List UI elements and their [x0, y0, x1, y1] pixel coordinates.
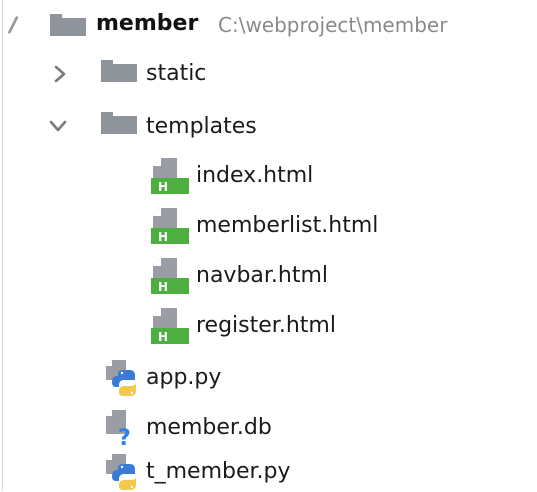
tree-item-templates[interactable]: templates [0, 106, 537, 146]
unknown-file-icon: ? [106, 410, 131, 446]
tree-item-label: member.db [146, 415, 272, 440]
html-file-icon: H [151, 258, 189, 294]
python-file-icon [106, 360, 136, 396]
tree-root-member[interactable]: member C:\webproject\member [0, 4, 537, 44]
root-folder-label: member [96, 11, 199, 36]
tree-item-t-member-py[interactable]: t_member.py [0, 452, 537, 492]
tree-item-label: templates [146, 114, 257, 139]
chevron-down-icon[interactable] [4, 14, 24, 34]
tree-item-label: register.html [196, 313, 336, 338]
folder-icon [50, 14, 86, 36]
tree-item-member-db[interactable]: ? member.db [0, 408, 537, 448]
svg-text:H: H [158, 230, 168, 244]
svg-text:H: H [158, 330, 168, 344]
folder-icon [101, 60, 137, 82]
tree-item-label: app.py [146, 365, 222, 390]
tree-item-label: memberlist.html [196, 213, 379, 238]
tree-item-navbar-html[interactable]: H navbar.html [0, 256, 537, 296]
tree-item-memberlist-html[interactable]: H memberlist.html [0, 206, 537, 246]
chevron-right-icon[interactable] [50, 64, 70, 84]
root-folder-path: C:\webproject\member [218, 13, 448, 37]
html-file-icon: H [151, 208, 189, 244]
tree-item-register-html[interactable]: H register.html [0, 306, 537, 346]
svg-text:H: H [158, 280, 168, 294]
tree-item-index-html[interactable]: H index.html [0, 156, 537, 196]
tree-item-label: t_member.py [146, 459, 291, 484]
chevron-down-icon[interactable] [48, 116, 68, 136]
folder-icon [101, 112, 137, 134]
project-tree: member C:\webproject\member static templ… [0, 0, 537, 491]
tree-item-static[interactable]: static [0, 54, 537, 94]
tree-item-app-py[interactable]: app.py [0, 358, 537, 398]
html-file-icon: H [151, 308, 189, 344]
html-file-icon: H [151, 158, 189, 194]
python-file-icon [106, 454, 136, 490]
svg-text:H: H [158, 180, 168, 194]
tree-item-label: static [146, 61, 207, 86]
svg-text:?: ? [118, 426, 131, 446]
tree-item-label: index.html [196, 163, 314, 188]
tree-item-label: navbar.html [196, 263, 329, 288]
